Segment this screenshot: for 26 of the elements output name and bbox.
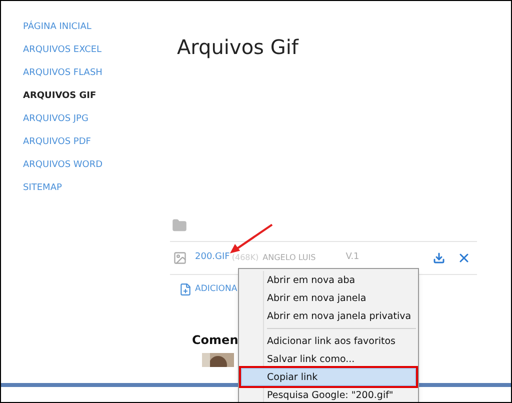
file-version: V.1 bbox=[346, 251, 360, 264]
close-icon[interactable] bbox=[457, 251, 471, 265]
comments-heading: Comen bbox=[192, 332, 238, 349]
folder-icon bbox=[172, 218, 187, 233]
menu-item[interactable]: Salvar link como... bbox=[241, 350, 416, 368]
page-title: Arquivos Gif bbox=[177, 34, 300, 60]
sidebar-link[interactable]: ARQUIVOS GIF bbox=[23, 89, 177, 104]
sidebar-link[interactable]: ARQUIVOS WORD bbox=[23, 158, 177, 173]
sidebar-link[interactable]: ARQUIVOS EXCEL bbox=[23, 43, 177, 58]
sidebar-link[interactable]: ARQUIVOS JPG bbox=[23, 112, 177, 127]
menu-item[interactable]: Adicionar link aos favoritos bbox=[241, 332, 416, 350]
sidebar-link[interactable]: ARQUIVOS PDF bbox=[23, 135, 177, 150]
menu-item[interactable]: Abrir em nova janela privativa bbox=[241, 307, 416, 325]
sidebar-link[interactable]: PÁGINA INICIAL bbox=[23, 20, 177, 35]
add-file-link[interactable]: ADICIONA bbox=[195, 283, 238, 296]
menu-item[interactable]: Copiar link bbox=[241, 368, 416, 386]
sidebar-link[interactable]: ARQUIVOS FLASH bbox=[23, 66, 177, 81]
file-link[interactable]: 200.GIF bbox=[195, 251, 230, 265]
menu-item[interactable]: Abrir em nova janela bbox=[241, 289, 416, 307]
menu-item[interactable]: Abrir em nova aba bbox=[241, 271, 416, 289]
sidebar-link[interactable]: SITEMAP bbox=[23, 181, 177, 196]
image-icon bbox=[173, 251, 187, 265]
download-icon[interactable] bbox=[433, 252, 445, 264]
menu-item[interactable]: Pesquisa Google: "200.gif" bbox=[241, 386, 416, 402]
file-author: ANGELO LUIS bbox=[262, 252, 316, 264]
file-add-icon bbox=[179, 283, 192, 296]
